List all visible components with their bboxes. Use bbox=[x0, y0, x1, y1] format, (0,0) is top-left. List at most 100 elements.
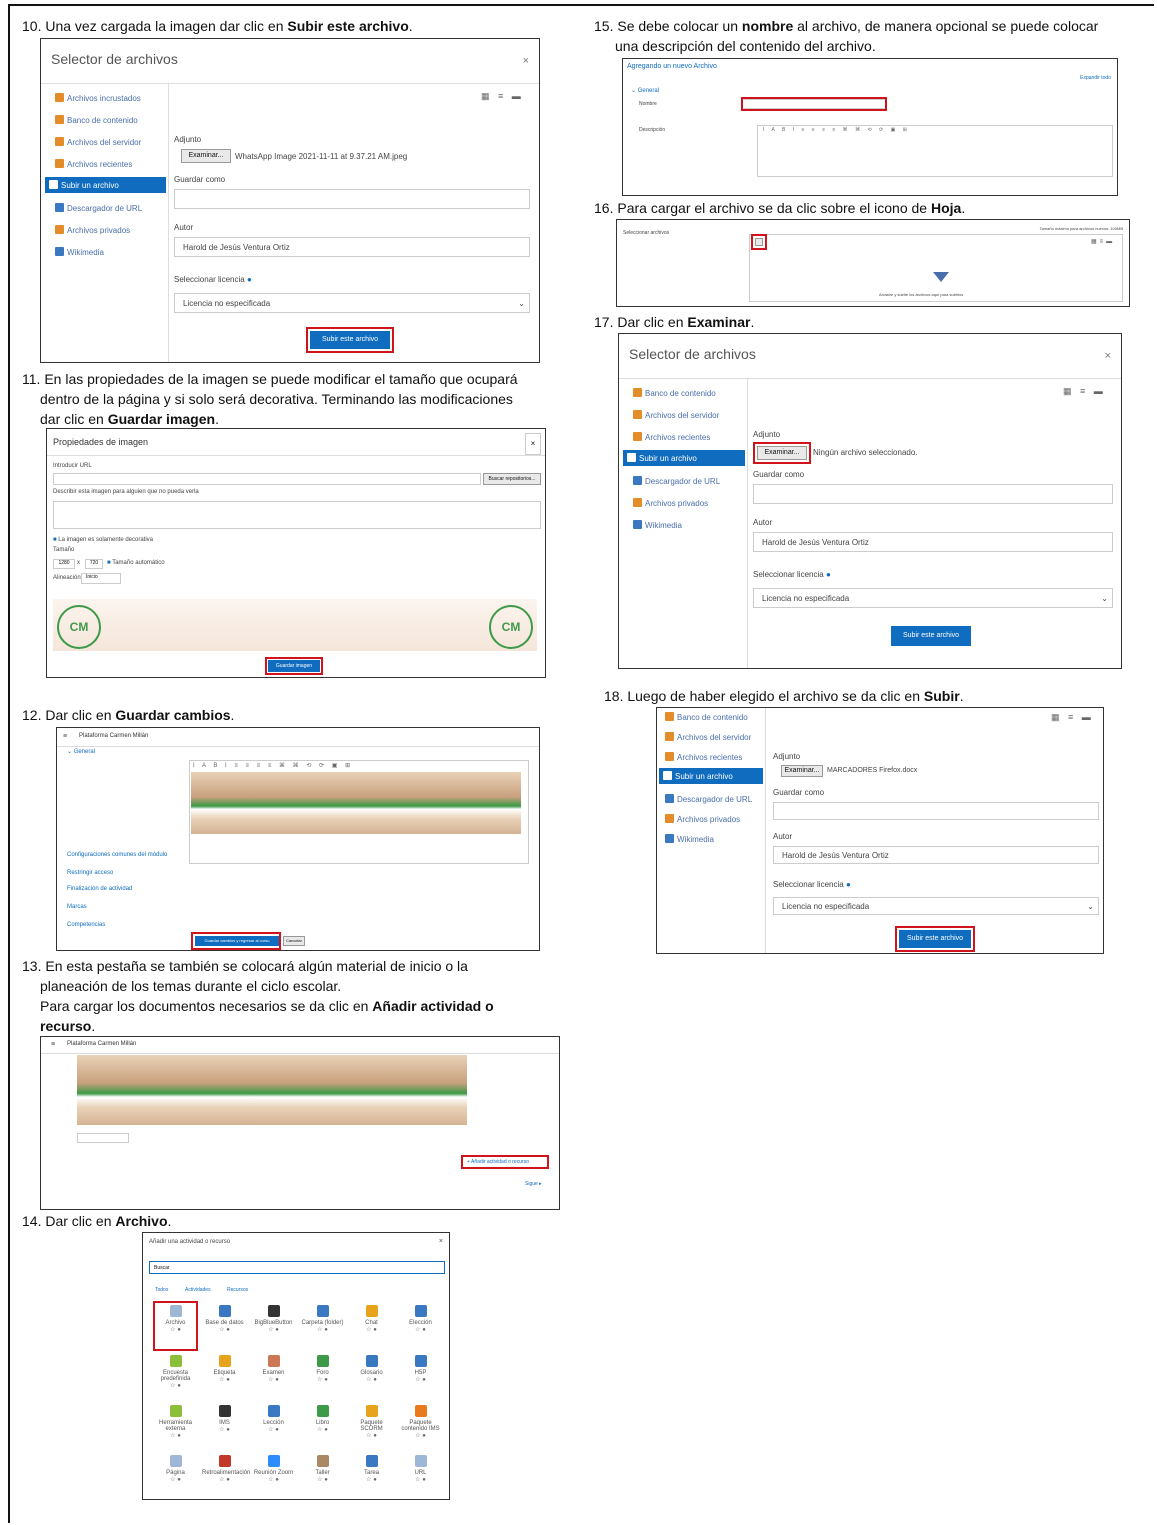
sidebar-item-embedded[interactable]: Archivos incrustados bbox=[55, 93, 141, 103]
close-icon[interactable]: × bbox=[1105, 350, 1111, 362]
sidebar-item-content-bank[interactable]: Banco de contenido bbox=[633, 388, 716, 398]
star-info-icons[interactable]: ☆ ● bbox=[349, 1432, 394, 1439]
save-as-input[interactable] bbox=[174, 189, 530, 209]
star-info-icons[interactable]: ☆ ● bbox=[202, 1326, 247, 1333]
description-textarea[interactable] bbox=[53, 501, 541, 529]
section-general[interactable]: ⌄ General bbox=[631, 87, 659, 94]
activity-item[interactable]: Herramienta externa ☆ ● bbox=[153, 1401, 198, 1451]
star-info-icons[interactable]: ☆ ● bbox=[251, 1376, 296, 1383]
section-common-settings[interactable]: Configuraciones comunes del módulo bbox=[67, 852, 167, 858]
sidebar-item-upload[interactable]: Subir un archivo bbox=[45, 177, 166, 193]
sidebar-item-upload[interactable]: Subir un archivo bbox=[623, 450, 745, 466]
sidebar-item-upload[interactable]: Subir un archivo bbox=[659, 768, 763, 784]
star-info-icons[interactable]: ☆ ● bbox=[300, 1326, 345, 1333]
activity-item[interactable]: Reunión Zoom ☆ ● bbox=[251, 1451, 296, 1499]
view-mode-icons[interactable]: ▦ ≡ ▬ bbox=[1063, 386, 1106, 397]
url-input[interactable] bbox=[53, 473, 481, 485]
license-select[interactable]: Licencia no especificada ⌄ bbox=[773, 897, 1099, 915]
decorative-checkbox[interactable]: ■ La imagen es solamente decorativa bbox=[53, 537, 153, 543]
star-info-icons[interactable]: ☆ ● bbox=[398, 1476, 443, 1483]
star-info-icons[interactable]: ☆ ● bbox=[398, 1432, 443, 1439]
height-input[interactable]: 720 bbox=[85, 559, 103, 569]
save-as-input[interactable] bbox=[773, 802, 1099, 820]
author-input[interactable]: Harold de Jesús Ventura Ortiz bbox=[174, 237, 530, 257]
author-input[interactable]: Harold de Jesús Ventura Ortiz bbox=[773, 846, 1099, 864]
star-info-icons[interactable]: ☆ ● bbox=[251, 1326, 296, 1333]
sidebar-item-url[interactable]: Descargador de URL bbox=[633, 476, 720, 486]
browse-repos-button[interactable]: Buscar repositorios... bbox=[483, 473, 541, 485]
activity-item[interactable]: Retroalimentación ☆ ● bbox=[202, 1451, 250, 1499]
star-info-icons[interactable]: ☆ ● bbox=[349, 1376, 394, 1383]
view-mode-icons[interactable]: ▦ ≡ ▬ bbox=[481, 91, 524, 102]
view-mode-icons[interactable]: ▦ ≡ ▬ bbox=[1051, 712, 1094, 723]
star-info-icons[interactable]: ☆ ● bbox=[349, 1476, 394, 1483]
author-input[interactable]: Harold de Jesús Ventura Ortiz bbox=[753, 532, 1113, 552]
activity-item[interactable]: Chat ☆ ● bbox=[349, 1301, 394, 1351]
sidebar-item-content-bank[interactable]: Banco de contenido bbox=[665, 712, 748, 722]
align-select[interactable]: Inicio bbox=[81, 573, 121, 584]
star-info-icons[interactable]: ☆ ● bbox=[153, 1476, 198, 1483]
sidebar-item-content-bank[interactable]: Banco de contenido bbox=[55, 115, 138, 125]
activity-item[interactable]: Taller ☆ ● bbox=[300, 1451, 345, 1499]
activity-item[interactable]: Archivo ☆ ● bbox=[153, 1301, 198, 1351]
sidebar-item-wikimedia[interactable]: Wikimedia bbox=[665, 834, 714, 844]
close-icon[interactable]: × bbox=[523, 55, 529, 67]
view-mode-icons[interactable]: ▦≡▬ bbox=[1091, 238, 1115, 245]
star-info-icons[interactable]: ☆ ● bbox=[251, 1426, 296, 1433]
width-input[interactable]: 1280 bbox=[53, 559, 75, 569]
star-info-icons[interactable]: ☆ ● bbox=[153, 1326, 198, 1333]
activity-item[interactable]: Tarea ☆ ● bbox=[349, 1451, 394, 1499]
activity-item[interactable]: URL ☆ ● bbox=[398, 1451, 443, 1499]
tab-activities[interactable]: Actividades bbox=[185, 1287, 211, 1293]
sidebar-item-wikimedia[interactable]: Wikimedia bbox=[633, 520, 682, 530]
section-general[interactable]: ⌄ General bbox=[67, 748, 95, 755]
star-info-icons[interactable]: ☆ ● bbox=[398, 1326, 443, 1333]
activity-item[interactable]: Página ☆ ● bbox=[153, 1451, 198, 1499]
sidebar-item-server-files[interactable]: Archivos del servidor bbox=[665, 732, 751, 742]
editor-toolbar[interactable]: I A B I ≡ ≡ ≡ ≡ ⌘ ⌘ ⟲ ⟳ ▣ ⊞ bbox=[763, 127, 910, 133]
brand-name[interactable]: Plataforma Carmen Millán bbox=[79, 733, 148, 739]
close-icon[interactable]: × bbox=[525, 433, 541, 455]
activity-item[interactable]: Elección ☆ ● bbox=[398, 1301, 443, 1351]
edit-section-button[interactable] bbox=[77, 1133, 129, 1143]
editor-toolbar[interactable]: I A B I ≡ ≡ ≡ ≡ ⌘ ⌘ ⟲ ⟳ ▣ ⊞ bbox=[193, 762, 353, 769]
section-tags[interactable]: Marcas bbox=[67, 904, 87, 910]
browse-button[interactable]: Examinar... bbox=[781, 765, 823, 777]
sidebar-item-server-files[interactable]: Archivos del servidor bbox=[633, 410, 719, 420]
cancel-button[interactable]: Cancelar bbox=[283, 936, 305, 946]
activity-item[interactable]: Examen ☆ ● bbox=[251, 1351, 296, 1401]
activity-item[interactable]: Base de datos ☆ ● bbox=[202, 1301, 247, 1351]
sidebar-item-private[interactable]: Archivos privados bbox=[55, 225, 130, 235]
activity-item[interactable]: Libro ☆ ● bbox=[300, 1401, 345, 1451]
star-info-icons[interactable]: ☆ ● bbox=[202, 1476, 247, 1483]
close-icon[interactable]: × bbox=[439, 1238, 443, 1245]
activity-item[interactable]: Etiqueta ☆ ● bbox=[202, 1351, 247, 1401]
activity-item[interactable]: Lección ☆ ● bbox=[251, 1401, 296, 1451]
sidebar-item-private[interactable]: Archivos privados bbox=[665, 814, 740, 824]
activity-item[interactable]: Encuesta predefinida ☆ ● bbox=[153, 1351, 198, 1401]
license-select[interactable]: Licencia no especificada ⌄ bbox=[174, 293, 530, 313]
sidebar-item-private[interactable]: Archivos privados bbox=[633, 498, 708, 508]
activity-item[interactable]: Paquete contenido IMS ☆ ● bbox=[398, 1401, 443, 1451]
sidebar-item-wikimedia[interactable]: Wikimedia bbox=[55, 247, 104, 257]
star-info-icons[interactable]: ☆ ● bbox=[398, 1376, 443, 1383]
section-restrict-access[interactable]: Restringir acceso bbox=[67, 870, 113, 876]
section-completion[interactable]: Finalización de actividad bbox=[67, 886, 132, 892]
brand-name[interactable]: Plataforma Carmen Millán bbox=[67, 1041, 136, 1047]
expand-all-link[interactable]: Expandir todo bbox=[1080, 75, 1111, 81]
star-info-icons[interactable]: ☆ ● bbox=[300, 1376, 345, 1383]
license-select[interactable]: Licencia no especificada ⌄ bbox=[753, 588, 1113, 608]
browse-button[interactable]: Examinar... bbox=[181, 149, 231, 163]
star-info-icons[interactable]: ☆ ● bbox=[300, 1476, 345, 1483]
star-info-icons[interactable]: ☆ ● bbox=[202, 1426, 247, 1433]
next-link[interactable]: Sigue ▸ bbox=[525, 1181, 542, 1187]
sidebar-item-recent[interactable]: Archivos recientes bbox=[665, 752, 742, 762]
tab-resources[interactable]: Recursos bbox=[227, 1287, 248, 1293]
star-info-icons[interactable]: ☆ ● bbox=[300, 1426, 345, 1433]
activity-item[interactable]: Foro ☆ ● bbox=[300, 1351, 345, 1401]
activity-item[interactable]: Glosario ☆ ● bbox=[349, 1351, 394, 1401]
upload-file-button[interactable]: Subir este archivo bbox=[891, 626, 971, 646]
sidebar-item-recent[interactable]: Archivos recientes bbox=[633, 432, 710, 442]
section-competencies[interactable]: Competencias bbox=[67, 922, 105, 928]
sidebar-item-server-files[interactable]: Archivos del servidor bbox=[55, 137, 141, 147]
